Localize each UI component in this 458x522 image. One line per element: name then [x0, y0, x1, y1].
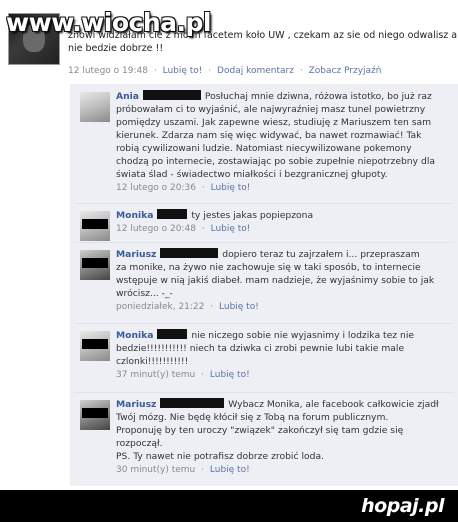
comment-body: Ania Posłuchaj mnie dziwna, różowa istot… [116, 90, 450, 195]
comment: Mariusz Wybacz Monika, ale facebook całk… [74, 394, 454, 484]
comment-line: wrócisz... -_- [116, 288, 173, 299]
comment-line: robią cywilizowani ludzie. Natomiast nie… [116, 143, 412, 154]
comment-author[interactable]: Ania [116, 91, 139, 102]
comment-meta: 37 minut(y) temu · Lubię to! [116, 369, 450, 382]
comment: Monika nie niczego sobie nie wyjasnimy i… [74, 325, 454, 393]
status-timestamp[interactable]: 12 lutego o 19:48 [68, 66, 148, 76]
avatar[interactable] [80, 92, 110, 122]
comments-list: Ania Posłuchaj mnie dziwna, różowa istot… [70, 84, 458, 486]
comment-line: chodzą po internecie, zostawiając po sob… [116, 156, 435, 167]
comment-author[interactable]: Mariusz [116, 399, 156, 410]
redaction-bar [160, 398, 225, 408]
comment-timestamp[interactable]: 12 lutego o 20:36 [116, 183, 196, 193]
comment: Mariusz dopiero teraz tu zajrzałem i... … [74, 244, 454, 324]
separator-dot: · [208, 66, 212, 76]
comment-line: Wybacz Monika, ale facebook całkowicie z… [228, 399, 439, 410]
avatar[interactable] [80, 331, 110, 361]
comment-author[interactable]: Mariusz [116, 249, 156, 260]
avatar[interactable] [80, 211, 110, 241]
comment-body: Monika nie niczego sobie nie wyjasnimy i… [116, 329, 450, 382]
comment-line: rozpoczął. [116, 438, 163, 449]
censor-bar [82, 339, 108, 349]
comment: Ania Posłuchaj mnie dziwna, różowa istot… [74, 86, 454, 204]
comment-author[interactable]: Monika [116, 210, 153, 221]
censor-bar [82, 408, 108, 418]
separator-dot: · [201, 224, 205, 234]
comment-line: Proponuję by ten uroczy "związek" zakońc… [116, 425, 404, 436]
separator-dot: · [153, 66, 157, 76]
comment-meta: poniedziałek, 21:22 · Lubię to! [116, 301, 450, 314]
comment-author[interactable]: Monika [116, 330, 153, 341]
comment-meta: 30 minut(y) temu · Lubię to! [116, 464, 450, 477]
comment-line: ty jestes jakas popiepzona [191, 210, 314, 221]
comment-line: PS. Ty nawet nie potrafisz dobrze zrobić… [116, 451, 325, 462]
like-link[interactable]: Lubię to! [210, 370, 250, 380]
add-comment-link[interactable]: Dodaj komentarz [217, 66, 294, 76]
comment-line: dopiero teraz tu zajrzałem i... przepras… [222, 249, 420, 260]
separator-dot: · [210, 302, 214, 312]
like-link[interactable]: Lubię to! [211, 183, 251, 193]
separator-dot: · [201, 370, 205, 380]
separator-dot: · [201, 465, 205, 475]
comment-line: kierunek. Zdarza nam się więc widywać, b… [116, 130, 422, 141]
comment-line: próbowałam ci to wyjaśnić, ale najwyraźn… [116, 104, 426, 115]
comment-body: Mariusz dopiero teraz tu zajrzałem i... … [116, 248, 450, 314]
like-link[interactable]: Lubię to! [219, 302, 259, 312]
comment-line: Twój mózg. Nie będę kłócił się z Tobą na… [116, 412, 389, 423]
comment-line: pomiędzy uszami. Jak zapewne wiesz, stud… [116, 117, 432, 128]
censor-bar [82, 258, 108, 268]
separator-dot: · [201, 183, 205, 193]
like-link[interactable]: Lubię to! [210, 465, 250, 475]
comment-line: Posłuchaj mnie dziwna, różowa istotko, b… [204, 91, 432, 102]
comment-timestamp[interactable]: 37 minut(y) temu [116, 370, 195, 380]
comment-line: nie niczego sobie nie wyjasnimy i lodzik… [191, 330, 415, 341]
comment-body: Mariusz Wybacz Monika, ale facebook całk… [116, 398, 450, 477]
avatar[interactable] [80, 250, 110, 280]
site-logo: hopaj.pl [361, 495, 444, 517]
comment-line: wstępuje w nią jakiś diabeł. mam nadziej… [116, 275, 435, 286]
status-meta: 12 lutego o 19:48 · Lubię to! · Dodaj ko… [68, 66, 381, 76]
comment-meta: 12 lutego o 20:36 · Lubię to! [116, 182, 450, 195]
redaction-bar [157, 209, 188, 219]
redaction-bar [157, 329, 188, 339]
watermark-logo: www.wiocha.pl [6, 8, 211, 37]
comment-line: bedzie!!!!!!!!!!! niech ta dziwka ci zro… [116, 343, 405, 354]
like-link[interactable]: Lubię to! [163, 66, 203, 76]
comment-line: czlonki!!!!!!!!!!! [116, 356, 189, 367]
like-link[interactable]: Lubię to! [211, 224, 251, 234]
comment-line: świata ślad - świadectwo miałkości i bez… [116, 169, 388, 180]
comment-timestamp[interactable]: 12 lutego o 20:48 [116, 224, 196, 234]
comment-line: za monike, na żywo nie zachowuje się w t… [116, 262, 421, 273]
censor-bar [82, 219, 108, 229]
redaction-bar [142, 90, 201, 100]
comment-timestamp[interactable]: 30 minut(y) temu [116, 465, 195, 475]
avatar[interactable] [80, 400, 110, 430]
separator-dot: · [299, 66, 303, 76]
comment-body: Monika ty jestes jakas popiepzona 12 lut… [116, 209, 450, 236]
view-friendship-link[interactable]: Zobacz Przyjaźń [309, 66, 382, 76]
bottom-banner: hopaj.pl [0, 490, 458, 522]
comment-meta: 12 lutego o 20:48 · Lubię to! [116, 223, 450, 236]
comment: Monika ty jestes jakas popiepzona 12 lut… [74, 205, 454, 243]
redaction-bar [160, 248, 219, 258]
comment-timestamp[interactable]: poniedziałek, 21:22 [116, 302, 204, 312]
status-line: nie bedzie dobrze !! [68, 42, 164, 54]
